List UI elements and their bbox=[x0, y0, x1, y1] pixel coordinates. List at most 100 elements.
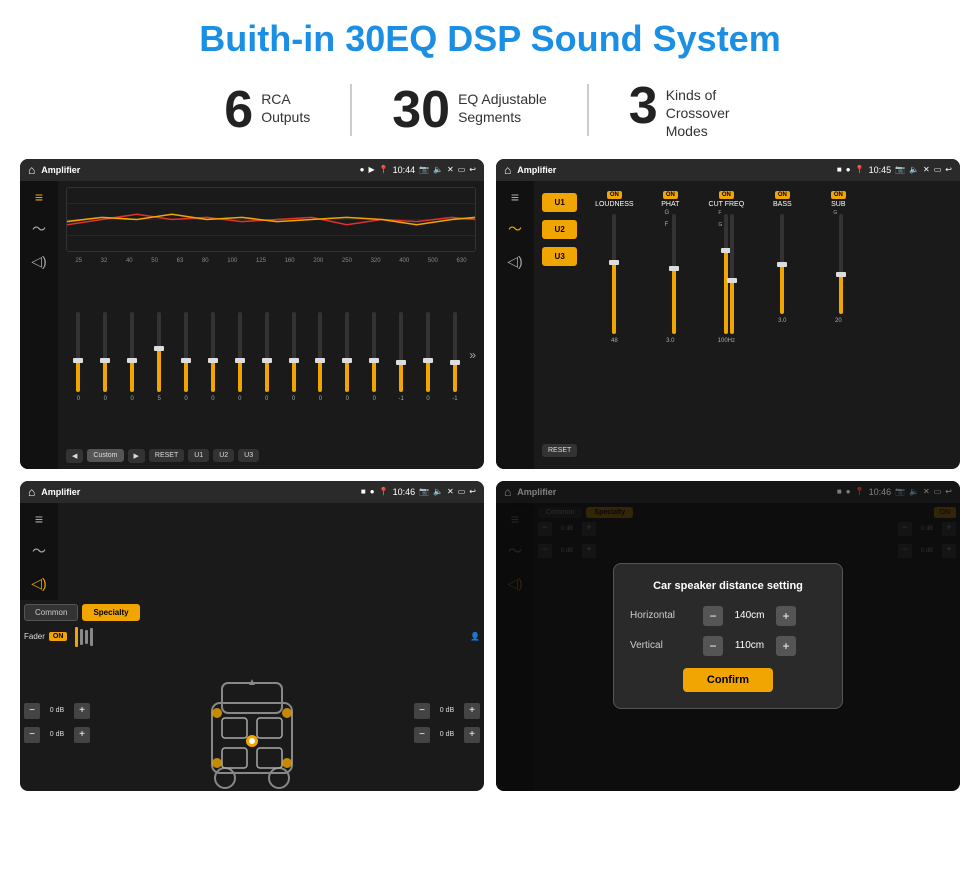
phat-channel: ON PHAT GF 3.0 bbox=[645, 191, 695, 459]
freq-25: 25 bbox=[75, 258, 82, 264]
channel-sliders: ON LOUDNESS 48 ON PHAT bbox=[585, 185, 956, 465]
stat-crossover-number: 3 bbox=[629, 80, 658, 132]
eq-more[interactable]: » bbox=[469, 348, 476, 362]
cross-dot2: ● bbox=[846, 165, 851, 174]
vertical-plus-btn[interactable]: + bbox=[776, 636, 796, 656]
tab-common[interactable]: Common bbox=[24, 604, 78, 621]
crossover-side-icons: ≡ 〜 ◁) bbox=[496, 181, 534, 469]
car-svg: ▲ ▼ bbox=[197, 653, 307, 791]
vol-rl-plus[interactable]: + bbox=[74, 727, 90, 743]
vol-rr-minus[interactable]: − bbox=[414, 727, 430, 743]
vol-rr-plus[interactable]: + bbox=[464, 727, 480, 743]
fader-label: Fader bbox=[24, 632, 45, 641]
spk-win: ▭ bbox=[458, 487, 466, 496]
confirm-button[interactable]: Confirm bbox=[683, 668, 773, 692]
eq-win: ▭ bbox=[458, 165, 466, 174]
cross-dot1: ■ bbox=[837, 165, 842, 174]
freq-400: 400 bbox=[399, 258, 409, 264]
vol-ctrl-rl: − 0 dB + bbox=[24, 727, 90, 743]
vol-fl-plus[interactable]: + bbox=[74, 703, 90, 719]
sub-val: 20 bbox=[835, 318, 842, 324]
vol-fl-minus[interactable]: − bbox=[24, 703, 40, 719]
slider-3: 0 bbox=[120, 308, 145, 402]
crossover-app-title: Amplifier bbox=[517, 165, 831, 175]
cutfreq-slider1[interactable] bbox=[724, 214, 728, 334]
sub-on-badge: ON bbox=[831, 191, 846, 199]
spk-icon-eq[interactable]: ≡ bbox=[35, 511, 43, 527]
spk-icon-speaker[interactable]: ◁) bbox=[31, 575, 46, 592]
person-icon: 👤 bbox=[470, 632, 480, 641]
eq-icon-eq[interactable]: ≡ bbox=[35, 189, 43, 205]
speaker-home-icon: ⌂ bbox=[28, 485, 35, 499]
cross-icon-wave[interactable]: 〜 bbox=[508, 219, 522, 239]
freq-500: 500 bbox=[428, 258, 438, 264]
vol-ctrl-fr: − 0 dB + bbox=[414, 703, 480, 719]
speaker-diagram-area: − 0 dB + − 0 dB + bbox=[24, 653, 480, 791]
home-icon: ⌂ bbox=[28, 163, 35, 177]
fader-sliders bbox=[75, 627, 93, 647]
vertical-minus-btn[interactable]: − bbox=[703, 636, 723, 656]
sub-slider[interactable] bbox=[839, 214, 843, 314]
slider-9: 0 bbox=[281, 308, 306, 402]
vol-fr-plus[interactable]: + bbox=[464, 703, 480, 719]
freq-80: 80 bbox=[202, 258, 209, 264]
loudness-slider[interactable] bbox=[612, 214, 616, 334]
tab-specialty[interactable]: Specialty bbox=[82, 604, 139, 621]
crossover-time: 10:45 bbox=[869, 165, 892, 175]
spk-x: ✕ bbox=[447, 487, 454, 496]
cutfreq-val: 100Hz bbox=[718, 338, 735, 344]
vol-ctrl-rr: − 0 dB + bbox=[414, 727, 480, 743]
car-diagram-container: ▲ ▼ bbox=[98, 653, 406, 791]
eq-controls: ◀ Custom ▶ RESET U1 U2 U3 bbox=[66, 449, 476, 463]
eq-screen: ⌂ Amplifier ● ▶ 📍 10:44 📷 🔈 ✕ ▭ ↩ ≡ 〜 ◁) bbox=[20, 159, 484, 469]
eq-prev-btn[interactable]: ◀ bbox=[66, 449, 83, 463]
horizontal-row: Horizontal − 140cm + bbox=[630, 606, 826, 626]
loudness-label: LOUDNESS bbox=[595, 201, 634, 208]
freq-40: 40 bbox=[126, 258, 133, 264]
crossover-screen: ⌂ Amplifier ■ ● 📍 10:45 📷 🔈 ✕ ▭ ↩ ≡ 〜 ◁) bbox=[496, 159, 960, 469]
vol-controls-right: − 0 dB + − 0 dB + bbox=[414, 703, 480, 743]
eq-icon-speaker[interactable]: ◁) bbox=[31, 253, 46, 270]
cross-location: 📍 bbox=[855, 165, 865, 174]
dialog-overlay: Car speaker distance setting Horizontal … bbox=[496, 481, 960, 791]
vol-rl-minus[interactable]: − bbox=[24, 727, 40, 743]
bass-slider[interactable] bbox=[780, 214, 784, 314]
cross-icon-speaker[interactable]: ◁) bbox=[507, 253, 522, 270]
vol-fr-minus[interactable]: − bbox=[414, 703, 430, 719]
phat-slider-g[interactable] bbox=[672, 214, 676, 334]
eq-u1-btn[interactable]: U1 bbox=[188, 449, 209, 462]
horizontal-stepper: − 140cm + bbox=[703, 606, 796, 626]
cross-icon-eq[interactable]: ≡ bbox=[511, 189, 519, 205]
cutfreq-on-badge: ON bbox=[719, 191, 734, 199]
eq-custom-btn[interactable]: Custom bbox=[87, 449, 123, 462]
eq-app-title: Amplifier bbox=[41, 165, 353, 175]
cross-back: ↩ bbox=[945, 165, 952, 174]
horizontal-minus-btn[interactable]: − bbox=[703, 606, 723, 626]
slider-8: 0 bbox=[254, 308, 279, 402]
vertical-label: Vertical bbox=[630, 640, 695, 651]
loudness-channel: ON LOUDNESS 48 bbox=[589, 191, 639, 459]
freq-630: 630 bbox=[457, 258, 467, 264]
u1-button[interactable]: U1 bbox=[542, 193, 577, 212]
horizontal-plus-btn[interactable]: + bbox=[776, 606, 796, 626]
eq-status-icons: ● ▶ 📍 10:44 📷 🔈 ✕ ▭ ↩ bbox=[360, 165, 476, 175]
spk-icon-wave[interactable]: 〜 bbox=[32, 541, 46, 561]
loudness-val: 48 bbox=[611, 338, 618, 344]
cutfreq-slider2[interactable] bbox=[730, 214, 734, 334]
crossover-status-bar: ⌂ Amplifier ■ ● 📍 10:45 📷 🔈 ✕ ▭ ↩ bbox=[496, 159, 960, 181]
page-title: Buith-in 30EQ DSP Sound System bbox=[0, 0, 980, 72]
eq-u2-btn[interactable]: U2 bbox=[213, 449, 234, 462]
u2-button[interactable]: U2 bbox=[542, 220, 577, 239]
eq-u3-btn[interactable]: U3 bbox=[238, 449, 259, 462]
eq-play-btn[interactable]: ▶ bbox=[128, 449, 145, 463]
eq-reset-btn[interactable]: RESET bbox=[149, 449, 184, 462]
eq-icon-wave[interactable]: 〜 bbox=[32, 219, 46, 239]
spk-back: ↩ bbox=[469, 487, 476, 496]
horizontal-value: 140cm bbox=[727, 610, 772, 621]
u3-button[interactable]: U3 bbox=[542, 247, 577, 266]
crossover-reset-btn[interactable]: RESET bbox=[542, 444, 577, 457]
spk-cam: 📷 bbox=[419, 487, 429, 496]
eq-freq-labels: 25 32 40 50 63 80 100 125 160 200 250 32… bbox=[66, 258, 476, 264]
crossover-main-area: U1 U2 U3 RESET ON LOUDNESS bbox=[534, 181, 960, 469]
svg-text:▲: ▲ bbox=[247, 677, 257, 688]
